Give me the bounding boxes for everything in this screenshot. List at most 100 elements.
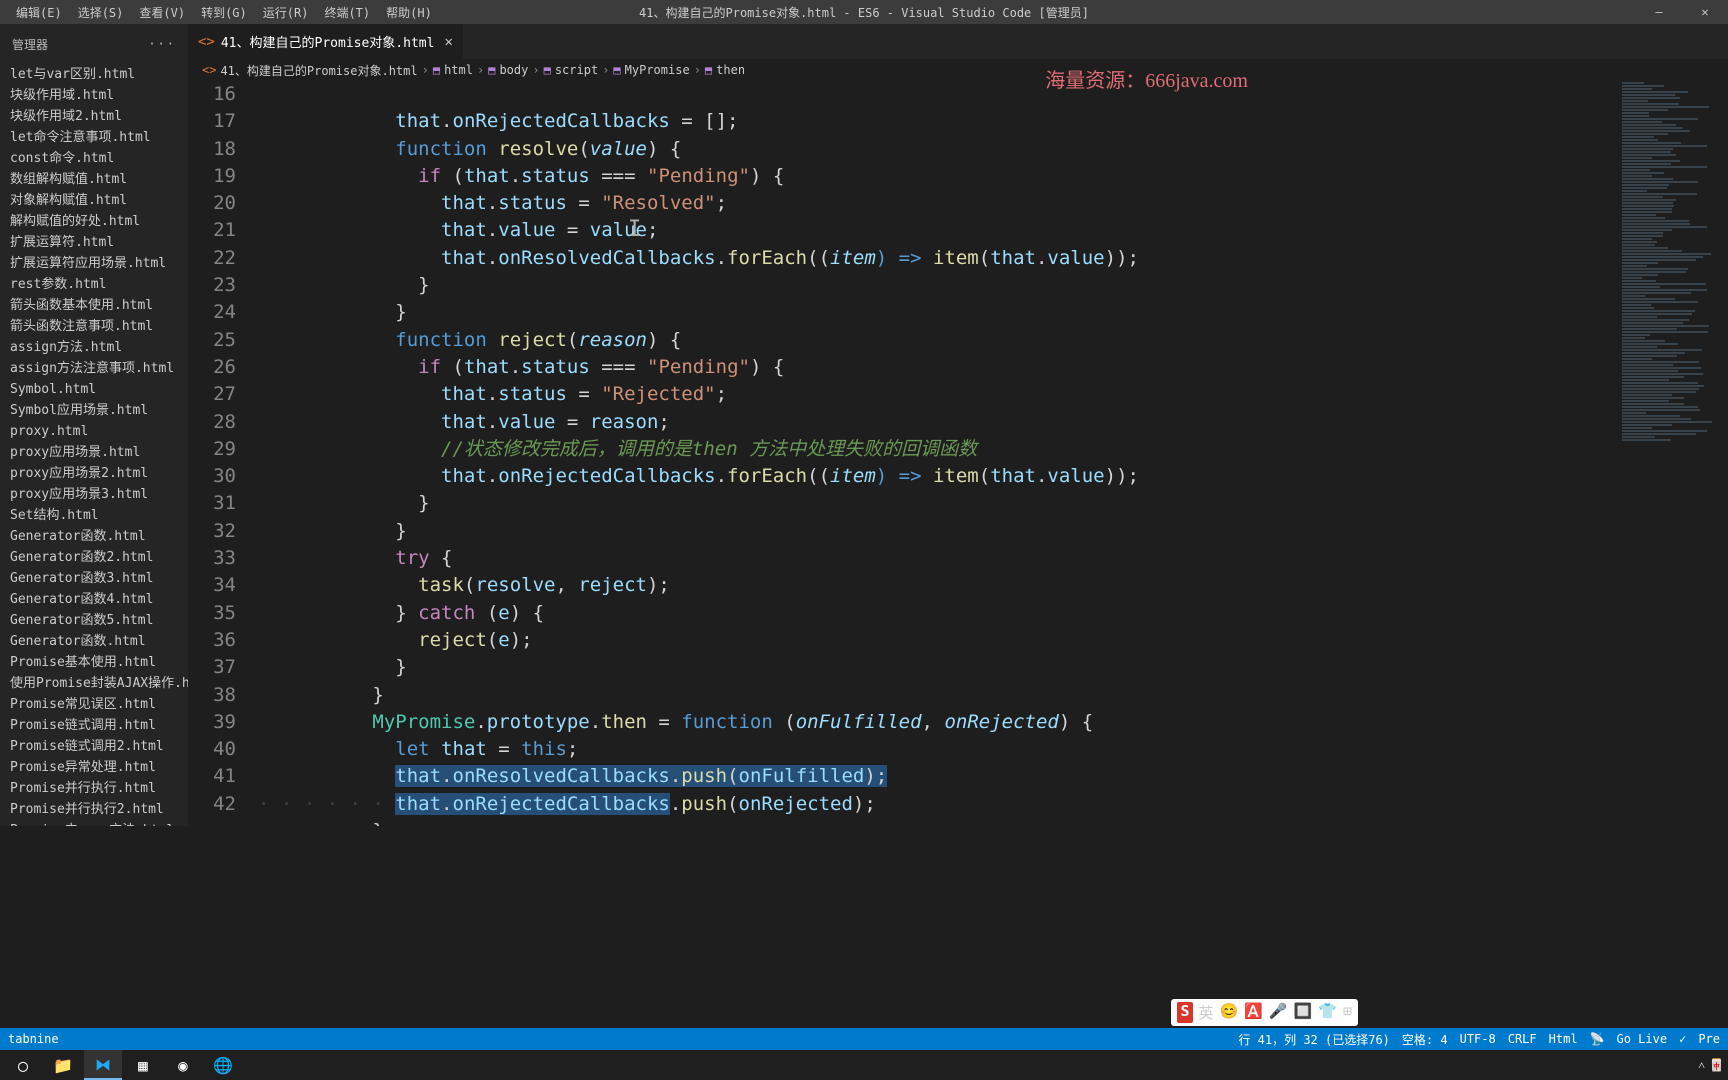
file-item[interactable]: const命令.html bbox=[0, 148, 188, 169]
file-item[interactable]: Set结构.html bbox=[0, 505, 188, 526]
prettier-status[interactable]: Pre bbox=[1698, 1032, 1720, 1046]
encoding-status[interactable]: UTF-8 bbox=[1460, 1032, 1496, 1046]
html-icon: <> bbox=[198, 34, 215, 50]
code-editor[interactable]: 16 17 18 19 20 21 22 23 24 25 26 27 28 2… bbox=[188, 81, 1728, 826]
golive-button[interactable]: Go Live bbox=[1617, 1032, 1668, 1046]
tag-icon: ⬒ bbox=[433, 63, 440, 77]
file-item[interactable]: Promise常见误区.html bbox=[0, 694, 188, 715]
editor-tab[interactable]: <> 41、构建自己的Promise对象.html ✕ bbox=[188, 24, 464, 59]
grid-icon[interactable]: ⊞ bbox=[1343, 1002, 1352, 1023]
close-button[interactable]: ✕ bbox=[1682, 2, 1728, 22]
broadcast-icon[interactable]: 📡 bbox=[1590, 1032, 1605, 1046]
sidebar-header: 管理器 ··· bbox=[0, 24, 188, 64]
code-content[interactable]: that.onRejectedCallbacks = []; function … bbox=[258, 81, 1728, 826]
crumb-html[interactable]: html bbox=[444, 63, 473, 77]
file-item[interactable]: rest参数.html bbox=[0, 274, 188, 295]
tab-bar: <> 41、构建自己的Promise对象.html ✕ bbox=[188, 24, 1728, 59]
file-item[interactable]: Promise链式调用2.html bbox=[0, 736, 188, 757]
crumb-body[interactable]: body bbox=[499, 63, 528, 77]
file-item[interactable]: proxy应用场景3.html bbox=[0, 484, 188, 505]
file-item[interactable]: Generator函数.html bbox=[0, 631, 188, 652]
shirt-icon[interactable]: 👕 bbox=[1318, 1002, 1337, 1023]
crumb-script[interactable]: script bbox=[555, 63, 598, 77]
obs-icon[interactable]: ◉ bbox=[164, 1050, 202, 1080]
title-bar: 编辑(E) 选择(S) 查看(V) 转到(G) 运行(R) 终端(T) 帮助(H… bbox=[0, 0, 1728, 24]
check-icon[interactable]: ✓ bbox=[1679, 1032, 1686, 1046]
file-item[interactable]: Generator函数.html bbox=[0, 526, 188, 547]
sogou-icon: S bbox=[1177, 1002, 1192, 1023]
menu-select[interactable]: 选择(S) bbox=[70, 1, 132, 24]
file-item[interactable]: Promise并行执行.html bbox=[0, 778, 188, 799]
file-item[interactable]: assign方法注意事项.html bbox=[0, 358, 188, 379]
taskbar: ◯ 📁 ⧓ ▦ ◉ 🌐 ˄ 🀄 bbox=[0, 1050, 1728, 1080]
file-item[interactable]: Symbol.html bbox=[0, 379, 188, 400]
emoji-icon[interactable]: 😊 bbox=[1220, 1002, 1239, 1023]
menu-help[interactable]: 帮助(H) bbox=[378, 1, 440, 24]
explorer-icon[interactable]: 📁 bbox=[44, 1050, 82, 1080]
editor-area: <> 41、构建自己的Promise对象.html ✕ <> 41、构建自己的P… bbox=[188, 24, 1728, 826]
file-item[interactable]: Generator函数3.html bbox=[0, 568, 188, 589]
file-item[interactable]: Promise链式调用.html bbox=[0, 715, 188, 736]
file-item[interactable]: assign方法.html bbox=[0, 337, 188, 358]
file-item[interactable]: 对象解构赋值.html bbox=[0, 190, 188, 211]
menu-view[interactable]: 查看(V) bbox=[131, 1, 193, 24]
file-item[interactable]: proxy.html bbox=[0, 421, 188, 442]
file-item[interactable]: 块级作用域.html bbox=[0, 85, 188, 106]
file-item[interactable]: Promise中race方法.html bbox=[0, 820, 188, 826]
start-button[interactable]: ◯ bbox=[4, 1050, 42, 1080]
symbol-icon: ⬒ bbox=[705, 63, 712, 77]
chrome-icon[interactable]: 🌐 bbox=[204, 1050, 242, 1080]
file-item[interactable]: let命令注意事项.html bbox=[0, 127, 188, 148]
minimize-button[interactable]: — bbox=[1636, 2, 1682, 22]
app-icon[interactable]: ▦ bbox=[124, 1050, 162, 1080]
chevron-right-icon: › bbox=[477, 63, 484, 77]
file-item[interactable]: 解构赋值的好处.html bbox=[0, 211, 188, 232]
crumb-method[interactable]: then bbox=[716, 63, 745, 77]
menu-edit[interactable]: 编辑(E) bbox=[8, 1, 70, 24]
a-icon[interactable]: 🅰️ bbox=[1244, 1002, 1263, 1023]
file-item[interactable]: 使用Promise封装AJAX操作.html bbox=[0, 673, 188, 694]
file-item[interactable]: Promise异常处理.html bbox=[0, 757, 188, 778]
menu-terminal[interactable]: 终端(T) bbox=[316, 1, 378, 24]
text-cursor-icon: I bbox=[628, 216, 641, 243]
ime-panel[interactable]: S 英 😊 🅰️ 🎤 🔲 👕 ⊞ bbox=[1171, 999, 1358, 1026]
file-item[interactable]: let与var区别.html bbox=[0, 64, 188, 85]
file-item[interactable]: Promise并行执行2.html bbox=[0, 799, 188, 820]
minimap[interactable] bbox=[1618, 81, 1728, 801]
file-item[interactable]: 块级作用域2.html bbox=[0, 106, 188, 127]
line-gutter: 16 17 18 19 20 21 22 23 24 25 26 27 28 2… bbox=[188, 81, 258, 826]
eol-status[interactable]: CRLF bbox=[1508, 1032, 1537, 1046]
breadcrumb[interactable]: <> 41、构建自己的Promise对象.html › ⬒ html › ⬒ b… bbox=[188, 59, 1728, 81]
vscode-icon[interactable]: ⧓ bbox=[84, 1050, 122, 1080]
mic-icon[interactable]: 🎤 bbox=[1269, 1002, 1288, 1023]
box-icon[interactable]: 🔲 bbox=[1294, 1002, 1313, 1023]
file-item[interactable]: proxy应用场景.html bbox=[0, 442, 188, 463]
file-item[interactable]: Generator函数4.html bbox=[0, 589, 188, 610]
menu-goto[interactable]: 转到(G) bbox=[193, 1, 255, 24]
file-item[interactable]: 箭头函数注意事项.html bbox=[0, 316, 188, 337]
window-controls: — ✕ bbox=[1636, 2, 1728, 22]
file-item[interactable]: Promise基本使用.html bbox=[0, 652, 188, 673]
file-list[interactable]: let与var区别.html块级作用域.html块级作用域2.htmllet命令… bbox=[0, 64, 188, 826]
menu-run[interactable]: 运行(R) bbox=[255, 1, 317, 24]
tabnine-status[interactable]: tabnine bbox=[8, 1032, 59, 1046]
sidebar-more-icon[interactable]: ··· bbox=[148, 37, 176, 51]
tray-ime-icon[interactable]: 🀄 bbox=[1709, 1058, 1724, 1072]
file-item[interactable]: Generator函数5.html bbox=[0, 610, 188, 631]
file-item[interactable]: proxy应用场景2.html bbox=[0, 463, 188, 484]
file-item[interactable]: 箭头函数基本使用.html bbox=[0, 295, 188, 316]
chevron-up-icon[interactable]: ˄ bbox=[1698, 1058, 1705, 1073]
language-status[interactable]: Html bbox=[1549, 1032, 1578, 1046]
cursor-position[interactable]: 行 41，列 32 (已选择76) bbox=[1238, 1031, 1389, 1048]
file-item[interactable]: 扩展运算符应用场景.html bbox=[0, 253, 188, 274]
file-item[interactable]: 扩展运算符.html bbox=[0, 232, 188, 253]
sidebar-title: 管理器 bbox=[12, 36, 48, 53]
indent-status[interactable]: 空格: 4 bbox=[1402, 1031, 1448, 1048]
file-item[interactable]: Generator函数2.html bbox=[0, 547, 188, 568]
ime-lang[interactable]: 英 bbox=[1199, 1002, 1214, 1023]
crumb-class[interactable]: MyPromise bbox=[625, 63, 690, 77]
file-item[interactable]: 数组解构赋值.html bbox=[0, 169, 188, 190]
tab-close-icon[interactable]: ✕ bbox=[444, 34, 452, 50]
file-item[interactable]: Symbol应用场景.html bbox=[0, 400, 188, 421]
crumb-file[interactable]: 41、构建自己的Promise对象.html bbox=[220, 62, 417, 79]
